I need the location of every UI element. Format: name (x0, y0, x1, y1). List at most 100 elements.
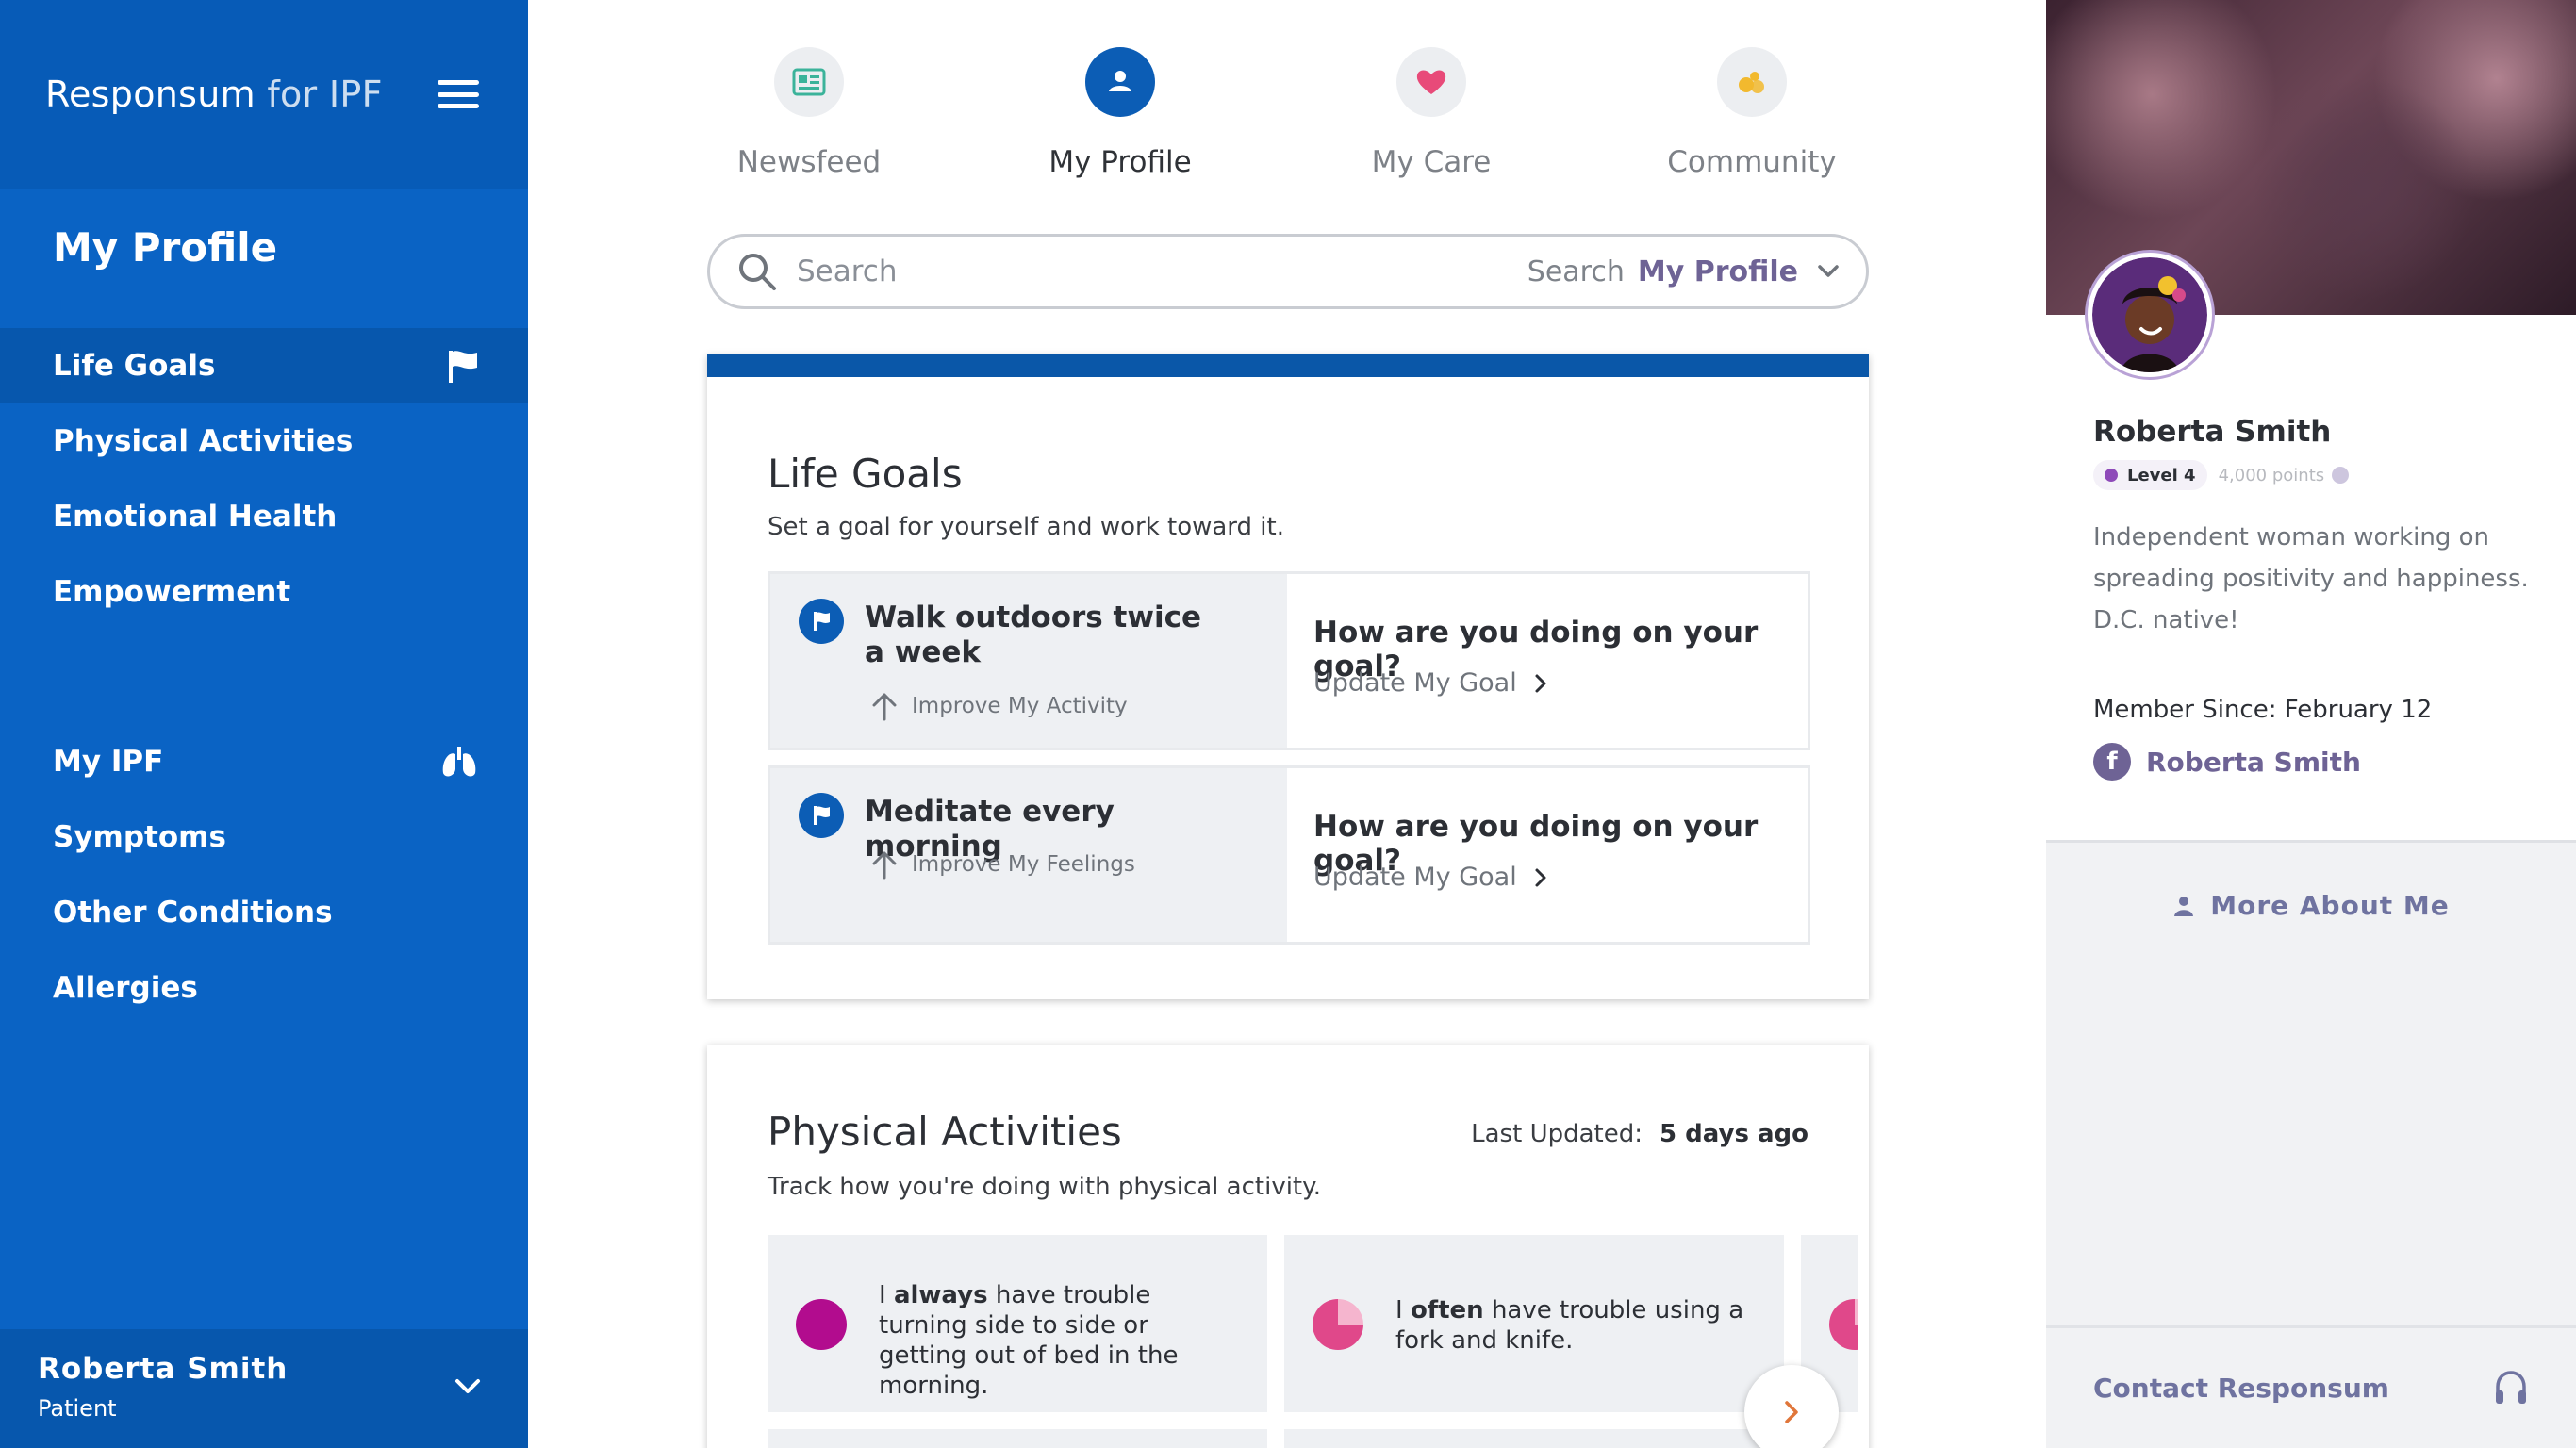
search-icon (739, 254, 776, 290)
more-about-me-label: More About Me (2210, 890, 2450, 921)
card-subtitle: Track how you're doing with physical act… (768, 1173, 1322, 1201)
activity-text: I often have trouble using a fork and kn… (1395, 1296, 1744, 1355)
level-pill: Level 4 (2093, 460, 2207, 490)
sidebar-header: Responsum for IPF (0, 0, 528, 189)
sidebar-item-label: My IPF (53, 745, 164, 779)
search-scope-select[interactable]: My Profile (1638, 255, 1798, 288)
contact-responsum-button[interactable]: Contact Responsum (2046, 1325, 2576, 1448)
goal-category-label: Improve My Activity (912, 694, 1128, 718)
member-since-label: Member Since: (2093, 696, 2277, 724)
user-role: Patient (38, 1395, 117, 1422)
main-content: Newsfeed My Profile My Care Community Se… (528, 0, 2046, 1448)
sidebar-item-label: Life Goals (53, 349, 216, 383)
sidebar: Responsum for IPF My Profile Life Goals … (0, 0, 528, 1448)
flag-icon (799, 793, 844, 838)
arrow-up-icon (872, 851, 897, 880)
sidebar-section-title: My Profile (53, 224, 278, 271)
tab-label: My Profile (1049, 145, 1192, 179)
brand-main: Responsum (45, 74, 256, 115)
card-title: Life Goals (768, 451, 963, 497)
search-scope-label: Search (1527, 255, 1625, 288)
heart-icon (1396, 47, 1466, 117)
sidebar-item-label: Allergies (53, 971, 198, 1005)
sidebar-item-my-ipf[interactable]: My IPF (0, 724, 528, 799)
arrow-up-icon (872, 693, 897, 721)
physical-activities-card: Physical Activities Last Updated: 5 days … (707, 1045, 1869, 1448)
chevron-right-icon (1535, 674, 1546, 692)
card-title: Physical Activities (768, 1109, 1122, 1155)
sidebar-item-other-conditions[interactable]: Other Conditions (0, 875, 528, 950)
flag-icon (799, 599, 844, 644)
last-updated-value: 5 days ago (1660, 1120, 1808, 1148)
tab-my-profile[interactable]: My Profile (979, 47, 1262, 179)
sidebar-item-life-goals[interactable]: Life Goals (0, 328, 528, 403)
update-goal-label: Update My Goal (1313, 668, 1517, 698)
level-label: Level 4 (2127, 465, 2196, 485)
tab-community[interactable]: Community (1610, 47, 1893, 179)
goal-item: Meditate every morning Improve My Feelin… (768, 765, 1810, 945)
chevron-down-icon[interactable] (454, 1378, 481, 1395)
sidebar-item-label: Symptoms (53, 820, 226, 854)
tab-label: Newsfeed (736, 145, 882, 179)
brand-logo[interactable]: Responsum for IPF (45, 74, 383, 115)
sidebar-item-emotional-health[interactable]: Emotional Health (0, 479, 528, 554)
points: 4,000 points (2219, 466, 2350, 485)
sidebar-item-label: Other Conditions (53, 896, 333, 930)
profile-panel: Roberta Smith Level 4 4,000 points Indep… (2046, 0, 2576, 1448)
more-about-me-button[interactable]: More About Me (2046, 890, 2576, 921)
search-input[interactable]: Search (797, 255, 1527, 288)
last-updated-label: Last Updated: (1471, 1120, 1643, 1148)
menu-icon[interactable] (438, 80, 479, 108)
profile-name: Roberta Smith (2093, 415, 2332, 449)
frequency-indicator (796, 1299, 847, 1350)
activity-item[interactable]: I always have trouble turning side to si… (768, 1235, 1267, 1412)
goal-item: Walk outdoors twice a week Improve My Ac… (768, 571, 1810, 750)
tab-my-care[interactable]: My Care (1290, 47, 1573, 179)
facebook-link[interactable]: f Roberta Smith (2093, 743, 2361, 781)
chevron-right-icon (1785, 1401, 1798, 1423)
sidebar-item-physical-activities[interactable]: Physical Activities (0, 403, 528, 479)
search-bar[interactable]: Search Search My Profile (707, 234, 1869, 309)
facebook-icon: f (2093, 743, 2131, 781)
sidebar-item-label: Physical Activities (53, 424, 354, 458)
activity-text: I always have trouble turning side to si… (879, 1281, 1179, 1400)
chevron-right-icon (1535, 868, 1546, 886)
user-name: Roberta Smith (38, 1352, 289, 1386)
contact-label: Contact Responsum (2093, 1373, 2389, 1404)
update-goal-link[interactable]: Update My Goal (1313, 668, 1547, 698)
goal-summary: Meditate every morning Improve My Feelin… (770, 768, 1287, 942)
goal-summary: Walk outdoors twice a week Improve My Ac… (770, 574, 1287, 748)
avatar[interactable] (2088, 253, 2212, 377)
goal-category: Improve My Activity (870, 691, 1128, 721)
activity-item-next-row (1284, 1429, 1784, 1448)
update-goal-link[interactable]: Update My Goal (1313, 863, 1547, 892)
sidebar-item-label: Empowerment (53, 575, 291, 609)
sidebar-item-empowerment[interactable]: Empowerment (0, 554, 528, 630)
sidebar-item-allergies[interactable]: Allergies (0, 950, 528, 1026)
sidebar-item-symptoms[interactable]: Symptoms (0, 799, 528, 875)
goal-progress: How are you doing on your goal? Update M… (1287, 574, 1808, 748)
chevron-down-icon[interactable] (1817, 264, 1840, 279)
user-menu[interactable]: Roberta Smith Patient (0, 1329, 528, 1448)
info-icon[interactable] (2332, 467, 2350, 484)
community-icon (1717, 47, 1787, 117)
member-since: Member Since: February 12 (2093, 696, 2432, 724)
brand-suffix: for IPF (255, 74, 383, 115)
update-goal-label: Update My Goal (1313, 863, 1517, 892)
tab-newsfeed[interactable]: Newsfeed (668, 47, 950, 179)
lungs-icon (442, 747, 476, 777)
goal-category-label: Improve My Feelings (912, 852, 1135, 877)
user-icon (2174, 896, 2194, 916)
goal-category: Improve My Feelings (870, 849, 1135, 880)
newsfeed-icon (774, 47, 844, 117)
points-label: 4,000 points (2218, 465, 2325, 485)
sidebar-item-label: Emotional Health (53, 500, 338, 534)
card-subtitle: Set a goal for yourself and work toward … (768, 513, 1284, 541)
headset-icon (2496, 1370, 2526, 1404)
tab-label: Community (1667, 145, 1837, 179)
activity-item[interactable]: I often have trouble using a fork and kn… (1284, 1235, 1784, 1412)
top-tabs: Newsfeed My Profile My Care Community (528, 47, 2046, 198)
profile-bio: Independent woman working on spreading p… (2093, 523, 2529, 634)
member-since-value: February 12 (2284, 696, 2433, 724)
